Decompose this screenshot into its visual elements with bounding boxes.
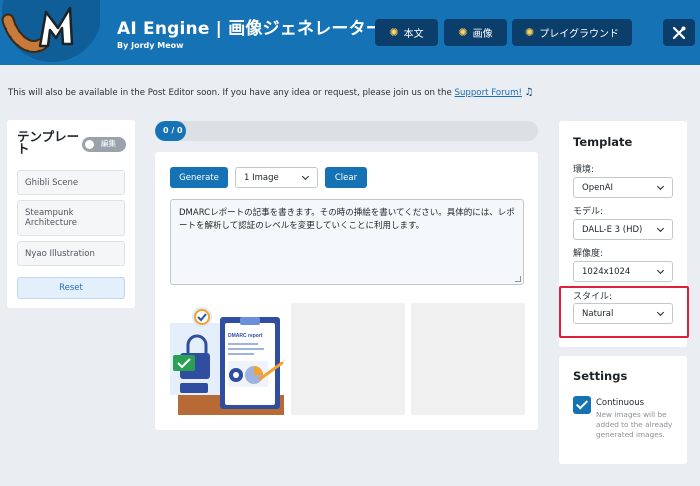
image-count-value: 1 Image xyxy=(244,172,279,183)
template-item-nyao[interactable]: Nyao Illustration xyxy=(17,241,125,266)
chevron-down-icon xyxy=(657,184,664,191)
ai-engine-logo-icon xyxy=(0,0,100,65)
chevron-down-icon xyxy=(657,226,664,233)
generate-button[interactable]: Generate xyxy=(170,167,228,188)
sparkle-icon: ✺ xyxy=(458,26,468,39)
continuous-label: Continuous xyxy=(596,398,645,408)
nav-button-image[interactable]: ✺ 画像 xyxy=(444,19,507,46)
app-title: AI Engine | 画像ジェネレーター xyxy=(117,19,383,39)
support-forum-link[interactable]: Support Forum! xyxy=(455,88,522,98)
nav-button-label: プレイグラウンド xyxy=(539,29,620,40)
prompt-textarea[interactable]: DMARCレポートの記事を書きます。その時の挿絵を書いてください。具体的には、レ… xyxy=(170,199,524,285)
nav-button-label: 画像 xyxy=(472,29,493,40)
toggle-knob xyxy=(85,140,94,149)
templates-title: テンプレート xyxy=(17,129,80,156)
chevron-down-icon xyxy=(657,268,664,275)
environment-label: 環境: xyxy=(573,165,595,175)
resolution-value: 1024x1024 xyxy=(582,266,631,277)
resize-handle-icon[interactable] xyxy=(515,276,521,282)
notice-bar: This will also be available in the Post … xyxy=(8,87,534,98)
edit-toggle[interactable]: 編集 xyxy=(82,137,126,152)
resolution-label: 解像度: xyxy=(573,249,604,259)
prompt-text: DMARCレポートの記事を書きます。その時の挿絵を書いてください。具体的には、レ… xyxy=(179,208,515,231)
generated-image[interactable]: DMARC report xyxy=(170,303,284,415)
reset-button[interactable]: Reset xyxy=(17,277,125,299)
template-item-steampunk[interactable]: Steampunk Architecture xyxy=(17,200,125,236)
model-label: モデル: xyxy=(573,207,604,217)
image-title-text: DMARC report xyxy=(228,333,263,339)
image-placeholder xyxy=(411,303,525,415)
nav-button-playground[interactable]: ✺ プレイグラウンド xyxy=(512,19,632,46)
image-placeholder xyxy=(291,303,405,415)
tools-button[interactable] xyxy=(663,19,695,46)
tools-icon xyxy=(672,26,686,39)
app-byline: By Jordy Meow xyxy=(117,41,184,50)
app-header: AI Engine | 画像ジェネレーター By Jordy Meow ✺ 本文… xyxy=(0,0,700,65)
continuous-description: New images will be added to the already … xyxy=(596,410,673,439)
continuous-checkbox[interactable] xyxy=(573,396,591,414)
progress-text: 0 / 0 xyxy=(163,126,183,135)
nav-button-label: 本文 xyxy=(403,29,424,40)
chevron-down-icon xyxy=(302,174,309,181)
model-select[interactable]: DALL-E 3 (HD) xyxy=(573,219,673,240)
template-item-ghibli[interactable]: Ghibli Scene xyxy=(17,170,125,195)
notice-text: This will also be available in the Post … xyxy=(8,88,452,98)
sparkle-icon: ✺ xyxy=(389,26,399,39)
environment-value: OpenAI xyxy=(582,182,614,193)
nav-button-text[interactable]: ✺ 本文 xyxy=(375,19,438,46)
image-count-select[interactable]: 1 Image xyxy=(235,167,318,188)
environment-select[interactable]: OpenAI xyxy=(573,177,673,198)
clear-button[interactable]: Clear xyxy=(325,167,367,188)
sparkle-icon: ✺ xyxy=(524,26,535,39)
settings-title: Settings xyxy=(573,369,628,383)
music-note-icon: ♫ xyxy=(524,87,534,98)
resolution-select[interactable]: 1024x1024 xyxy=(573,261,673,282)
style-highlight-box xyxy=(559,286,689,338)
template-panel-title: Template xyxy=(573,135,633,149)
model-value: DALL-E 3 (HD) xyxy=(582,224,643,235)
progress-bar: 0 / 0 xyxy=(155,121,538,141)
toggle-label: 編集 xyxy=(101,139,116,148)
